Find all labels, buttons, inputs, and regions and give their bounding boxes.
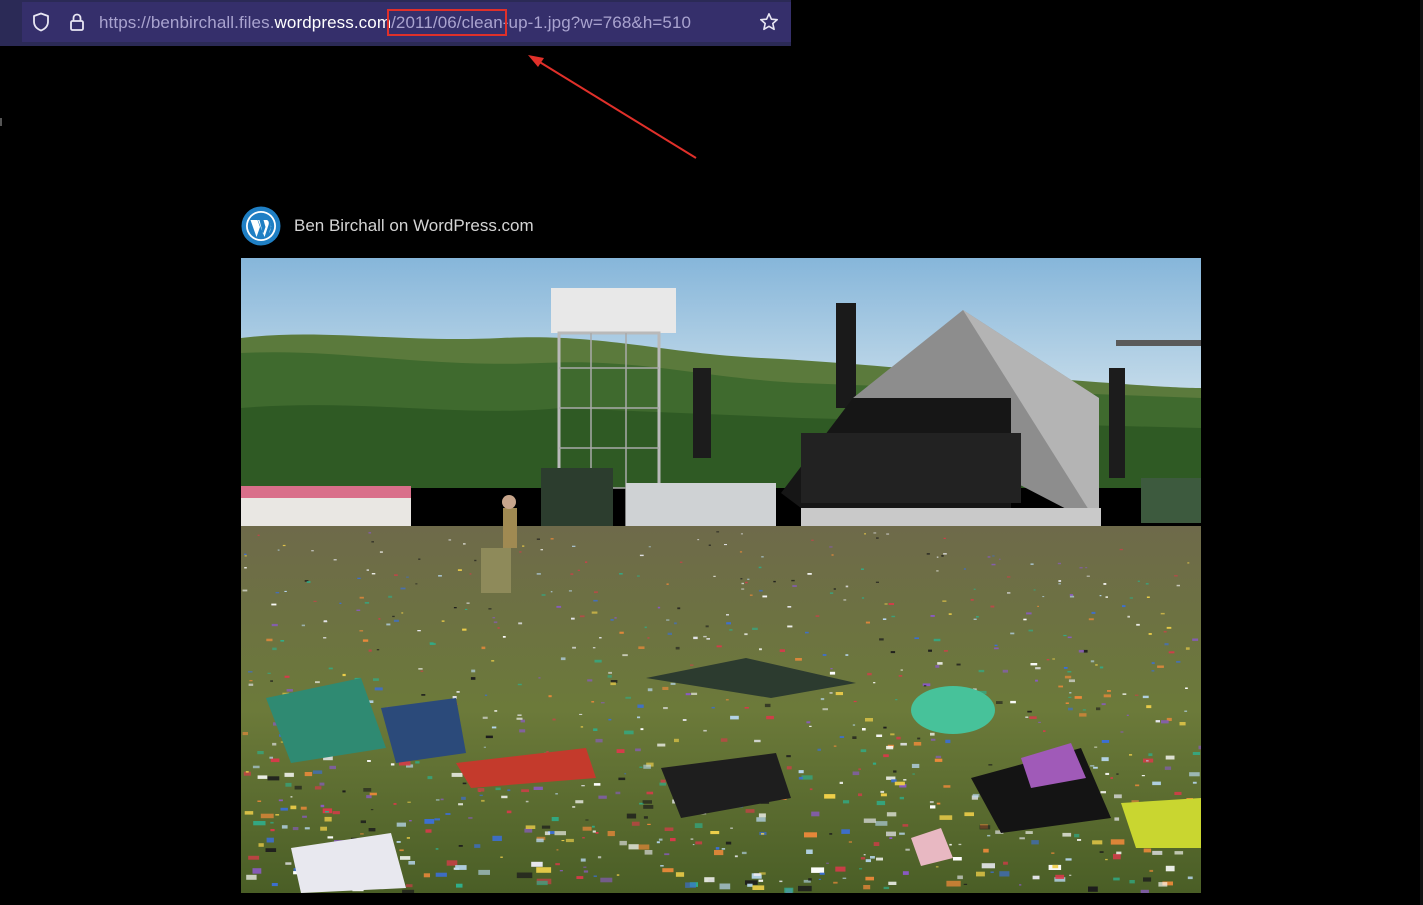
post-attribution[interactable]: Ben Birchall on WordPress.com <box>241 206 534 246</box>
festival-field-litter-photo <box>241 258 1201 893</box>
page-edge-mark <box>0 118 2 126</box>
lock-icon[interactable] <box>67 12 87 32</box>
attribution-text: Ben Birchall on WordPress.com <box>294 216 534 235</box>
url-host: wordpress.com <box>274 13 392 32</box>
url-prefix: https://benbirchall.files. <box>99 13 275 32</box>
wordpress-logo-icon <box>241 206 281 246</box>
shield-icon[interactable] <box>31 12 51 32</box>
url-path-rest: -up-1.jpg?w=768&h=510 <box>502 13 692 32</box>
photo-image <box>241 258 1201 893</box>
star-icon[interactable] <box>759 12 779 32</box>
browser-address-bar: https://benbirchall.files.wordpress.com/… <box>0 0 791 46</box>
url-text[interactable]: https://benbirchall.files.wordpress.com/… <box>99 9 692 36</box>
url-path-highlighted: /2011/06/clean <box>387 9 507 36</box>
